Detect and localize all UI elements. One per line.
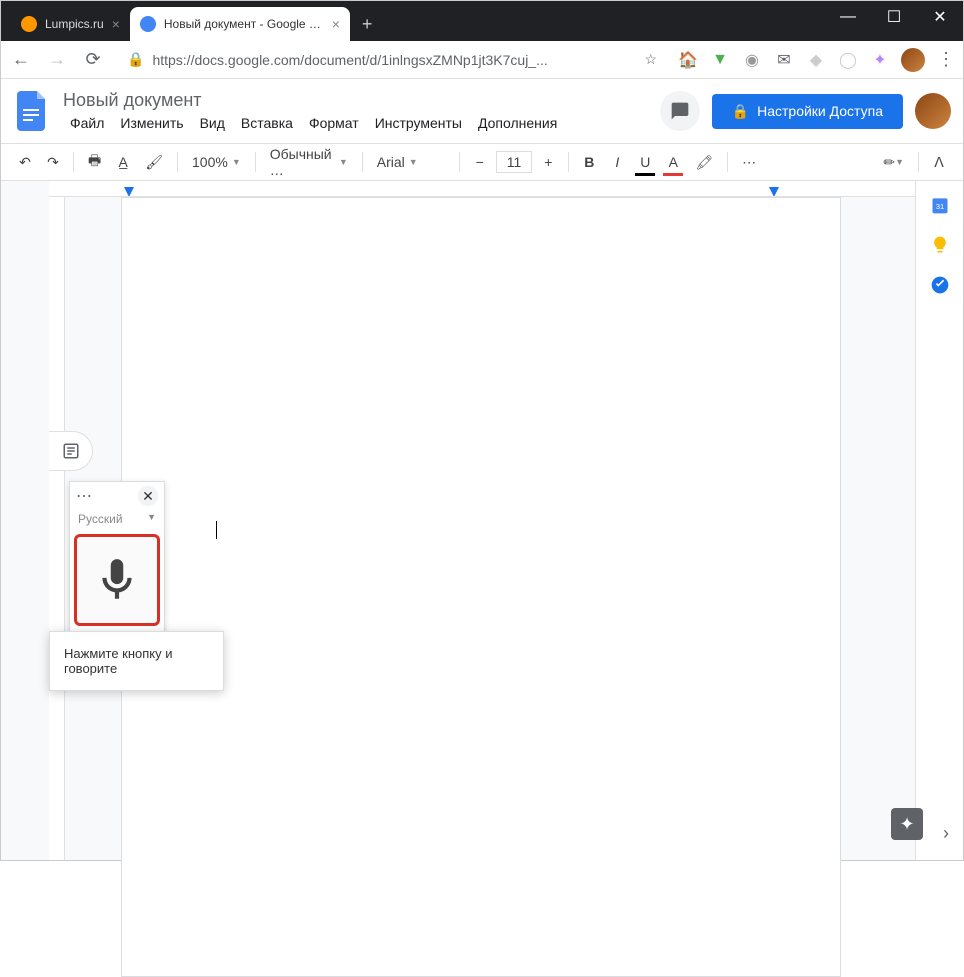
shield-icon[interactable]: ▼ — [711, 51, 729, 69]
microphone-icon — [92, 550, 142, 610]
font-size-decrease[interactable]: − — [468, 150, 492, 174]
style-select[interactable]: Обычный …▼ — [264, 142, 354, 182]
bold-button[interactable]: B — [577, 150, 601, 174]
paint-format-button[interactable]: 🖌 — [139, 150, 169, 175]
italic-button[interactable]: I — [605, 150, 629, 174]
comments-button[interactable] — [660, 91, 700, 131]
menu-view[interactable]: Вид — [193, 113, 232, 133]
toolbar: ↶ ↷ 🖶 A̲ 🖌 100%▼ Обычный …▼ Arial▼ − 11 … — [1, 143, 963, 181]
font-select[interactable]: Arial▼ — [371, 150, 451, 174]
close-window-button[interactable]: ✕ — [917, 1, 963, 33]
outline-toggle-button[interactable] — [49, 431, 93, 471]
document-container: ⋯ ✕ Русский ▼ Нажмите кнопку и говорите … — [1, 181, 963, 860]
share-label: Настройки Доступа — [757, 103, 883, 119]
voice-language-select[interactable]: Русский ▼ — [70, 510, 164, 532]
horizontal-ruler[interactable] — [49, 181, 933, 197]
voice-panel-header: ⋯ ✕ — [70, 482, 164, 510]
chevron-down-icon: ▼ — [147, 512, 156, 526]
star-icon[interactable]: ☆ — [644, 51, 657, 68]
forward-button[interactable]: → — [45, 48, 69, 72]
text-color-button[interactable]: A — [661, 150, 685, 174]
minimize-button[interactable]: — — [825, 1, 871, 33]
underline-button[interactable]: U — [633, 150, 657, 174]
ext-icon-6[interactable]: ◯ — [839, 51, 857, 69]
menu-file[interactable]: Файл — [63, 113, 111, 133]
close-icon[interactable]: × — [112, 16, 120, 32]
url-text: https://docs.google.com/document/d/1inln… — [152, 52, 636, 68]
ext-icon-3[interactable]: ◉ — [743, 51, 761, 69]
header-right: 🔒 Настройки Доступа — [660, 91, 951, 131]
tab-title: Lumpics.ru — [45, 17, 104, 31]
spellcheck-button[interactable]: A̲ — [111, 150, 135, 174]
new-tab-button[interactable]: + — [350, 7, 385, 41]
reload-button[interactable]: ⟳ — [81, 48, 105, 72]
ruler-indent-marker[interactable] — [124, 187, 134, 197]
window-controls: — ☐ ✕ — [825, 1, 963, 33]
text-cursor — [216, 521, 217, 539]
expand-side-panel-button[interactable]: › — [943, 823, 949, 844]
print-button[interactable]: 🖶 — [82, 146, 107, 178]
ruler-right-marker[interactable] — [769, 187, 779, 197]
ext-icon-1[interactable]: 🏠 — [679, 51, 697, 69]
ext-icon-5[interactable]: ◆ — [807, 51, 825, 69]
editing-mode-button[interactable]: ✏ ▼ — [877, 150, 910, 175]
back-button[interactable]: ← — [9, 48, 33, 72]
zoom-select[interactable]: 100%▼ — [186, 150, 247, 174]
tab-favicon-icon — [21, 16, 37, 32]
document-title[interactable]: Новый документ — [63, 90, 650, 111]
tasks-icon[interactable] — [930, 275, 950, 295]
menu-edit[interactable]: Изменить — [113, 113, 190, 133]
share-button[interactable]: 🔒 Настройки Доступа — [712, 94, 903, 129]
undo-button[interactable]: ↶ — [13, 150, 37, 175]
menu-tools[interactable]: Инструменты — [368, 113, 469, 133]
ext-icon-7[interactable]: ✦ — [871, 51, 889, 69]
redo-button[interactable]: ↷ — [41, 150, 65, 175]
menu-insert[interactable]: Вставка — [234, 113, 300, 133]
lock-icon: 🔒 — [732, 103, 749, 120]
menu-addons[interactable]: Дополнения — [471, 113, 564, 133]
lock-icon: 🔒 — [127, 51, 144, 68]
close-icon[interactable]: × — [332, 16, 340, 32]
highlight-button[interactable]: 🖍 — [689, 150, 719, 175]
browser-tab-1[interactable]: Lumpics.ru × — [11, 7, 130, 41]
mail-icon[interactable]: ✉ — [775, 51, 793, 69]
browser-tab-2[interactable]: Новый документ - Google Доку × — [130, 7, 350, 41]
browser-titlebar: Lumpics.ru × Новый документ - Google Док… — [1, 1, 963, 41]
vertical-ruler[interactable] — [49, 197, 65, 860]
url-box[interactable]: 🔒 https://docs.google.com/document/d/1in… — [117, 46, 667, 74]
more-button[interactable]: ⋯ — [736, 150, 762, 175]
collapse-toolbar-button[interactable]: ᐱ — [927, 150, 951, 175]
calendar-icon[interactable]: 31 — [930, 195, 950, 215]
maximize-button[interactable]: ☐ — [871, 1, 917, 33]
docs-header: Новый документ Файл Изменить Вид Вставка… — [1, 79, 963, 143]
tab-title: Новый документ - Google Доку — [164, 17, 324, 31]
docs-logo-icon[interactable] — [13, 91, 53, 131]
address-bar: ← → ⟳ 🔒 https://docs.google.com/document… — [1, 41, 963, 79]
menu-bar: Файл Изменить Вид Вставка Формат Инструм… — [63, 113, 650, 133]
menu-format[interactable]: Формат — [302, 113, 366, 133]
voice-tooltip: Нажмите кнопку и говорите — [49, 631, 224, 691]
voice-mic-button[interactable] — [74, 534, 160, 626]
keep-icon[interactable] — [930, 235, 950, 255]
tab-favicon-icon — [140, 16, 156, 32]
account-avatar[interactable] — [915, 93, 951, 129]
drag-handle-icon[interactable]: ⋯ — [76, 486, 94, 506]
close-voice-button[interactable]: ✕ — [138, 486, 158, 506]
docs-title-area: Новый документ Файл Изменить Вид Вставка… — [63, 90, 650, 133]
font-size-increase[interactable]: + — [536, 150, 560, 174]
font-size-input[interactable]: 11 — [496, 151, 533, 173]
voice-typing-panel: ⋯ ✕ Русский ▼ — [69, 481, 165, 633]
profile-avatar[interactable] — [901, 48, 925, 72]
side-panel: 31 › — [915, 181, 963, 860]
explore-button[interactable]: ✦ — [891, 808, 923, 840]
document-page[interactable] — [121, 197, 841, 977]
svg-text:31: 31 — [935, 202, 943, 211]
browser-menu-button[interactable]: ⋮ — [937, 49, 955, 70]
extension-icons: 🏠 ▼ ◉ ✉ ◆ ◯ ✦ — [679, 51, 889, 69]
